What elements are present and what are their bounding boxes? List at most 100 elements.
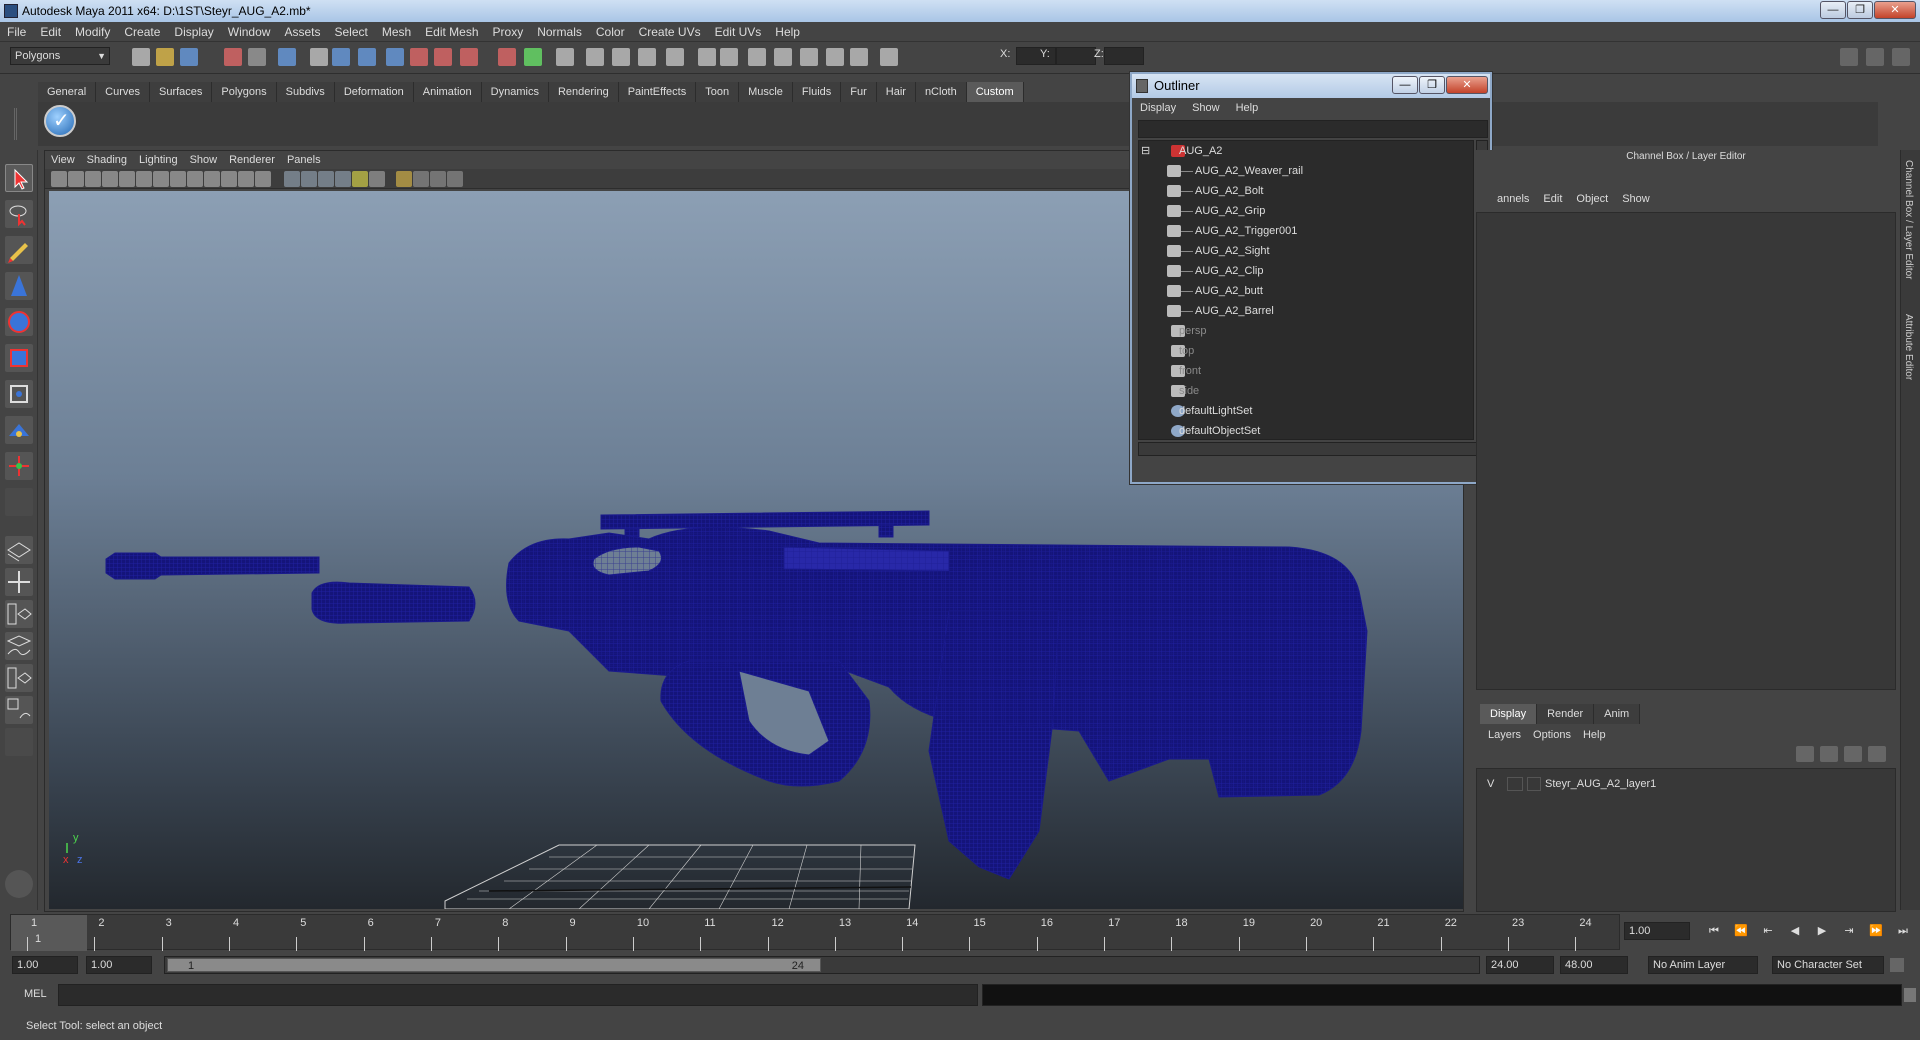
last-tool-slot[interactable]	[5, 488, 33, 516]
shelf-tab-polygons[interactable]: Polygons	[212, 82, 277, 102]
manipulator-tool-icon[interactable]	[5, 380, 33, 408]
current-frame-marker[interactable]	[11, 915, 87, 951]
lock-icon[interactable]	[666, 48, 684, 66]
new-layer-icon[interactable]	[1796, 746, 1814, 762]
anim-layer-selector[interactable]: No Anim Layer	[1648, 956, 1758, 974]
shelf-tab-subdivs[interactable]: Subdivs	[276, 82, 335, 102]
select-object-icon[interactable]	[248, 48, 266, 66]
snap-point-icon[interactable]	[358, 48, 376, 66]
snap-grid-icon[interactable]	[310, 48, 328, 66]
paint-select-tool-icon[interactable]	[5, 236, 33, 264]
menu-set-selector[interactable]: Polygons ▼	[10, 47, 110, 65]
xray-components-icon[interactable]	[447, 171, 463, 187]
step-forward-frame-icon[interactable]: ⇥	[1839, 922, 1859, 940]
menu-assets[interactable]: Assets	[277, 25, 327, 39]
command-language-label[interactable]: MEL	[24, 988, 47, 1000]
viewport-menu-show[interactable]: Show	[184, 154, 224, 166]
graph-editor-layout-icon[interactable]	[5, 696, 33, 724]
safe-title-icon[interactable]	[255, 171, 271, 187]
shelf-tab-deformation[interactable]: Deformation	[334, 82, 414, 102]
side-tab-attribute-editor[interactable]: Attribute Editor	[1903, 314, 1914, 380]
collapse-icon[interactable]: ⊟	[1141, 141, 1150, 161]
minimize-button[interactable]: —	[1820, 1, 1846, 19]
viewport-menu-view[interactable]: View	[45, 154, 81, 166]
shelf-tab-custom[interactable]: Custom	[966, 82, 1024, 102]
menu-create[interactable]: Create	[117, 25, 167, 39]
single-pane-layout-icon[interactable]	[5, 536, 33, 564]
four-pane-layout-icon[interactable]	[5, 568, 33, 596]
custom-shelf-tool-icon[interactable]	[44, 105, 76, 137]
go-to-start-icon[interactable]: ⏮	[1704, 922, 1724, 940]
menu-select[interactable]: Select	[327, 25, 374, 39]
shelf-tab-curves[interactable]: Curves	[96, 82, 150, 102]
viewport-menu-panels[interactable]: Panels	[281, 154, 327, 166]
anim-prefs-icon[interactable]	[1890, 958, 1904, 972]
menu-edit[interactable]: Edit	[33, 25, 68, 39]
shelf-handle[interactable]	[14, 108, 28, 140]
render-settings-icon[interactable]	[612, 48, 630, 66]
channel-box-toggle-icon[interactable]	[1892, 48, 1910, 66]
play-backwards-icon[interactable]: ◀	[1785, 922, 1805, 940]
range-slider-thumb[interactable]: 1 24	[167, 958, 821, 972]
script-editor-icon[interactable]	[1904, 988, 1916, 1002]
layer-down-icon[interactable]	[1868, 746, 1886, 762]
wireframe-icon[interactable]	[284, 171, 300, 187]
shelf-tab-toon[interactable]: Toon	[696, 82, 740, 102]
shadows-icon[interactable]	[369, 171, 385, 187]
show-manipulator-tool-icon[interactable]	[5, 452, 33, 480]
outliner-item-aug-a2-grip[interactable]: AUG_A2_Grip	[1139, 201, 1473, 221]
select-tool-icon[interactable]	[5, 164, 33, 192]
playback-end-field[interactable]: 24.00	[1486, 956, 1554, 974]
snap-surface-icon[interactable]	[410, 48, 428, 66]
film-gate-icon[interactable]	[170, 171, 186, 187]
ipr-render-icon[interactable]	[586, 48, 604, 66]
menu-normals[interactable]: Normals	[530, 25, 589, 39]
hypershade-layout-icon[interactable]	[5, 664, 33, 692]
outliner-layout-icon[interactable]	[1866, 48, 1884, 66]
transform-mode-icon[interactable]	[850, 48, 868, 66]
outliner-close-button[interactable]: ✕	[1446, 76, 1488, 94]
input-ops-icon[interactable]	[460, 48, 478, 66]
menu-edit-uvs[interactable]: Edit UVs	[708, 25, 769, 39]
viewport-menu-shading[interactable]: Shading	[81, 154, 133, 166]
select-component-icon[interactable]	[278, 48, 296, 66]
mask-icon[interactable]	[800, 48, 818, 66]
gate-mask-icon[interactable]	[204, 171, 220, 187]
shelf-tab-hair[interactable]: Hair	[876, 82, 916, 102]
open-scene-icon[interactable]	[156, 48, 174, 66]
shelf-tab-fluids[interactable]: Fluids	[792, 82, 842, 102]
command-input[interactable]	[58, 984, 978, 1006]
outliner-horizontal-scrollbar[interactable]	[1138, 442, 1488, 456]
move-tool-icon[interactable]	[5, 272, 33, 300]
outliner-menu-display[interactable]: Display	[1132, 102, 1184, 114]
persp-graph-layout-icon[interactable]	[5, 632, 33, 660]
shelf-tab-animation[interactable]: Animation	[413, 82, 482, 102]
pivot-icon[interactable]	[774, 48, 792, 66]
play-forwards-icon[interactable]: ▶	[1812, 922, 1832, 940]
field-chart-icon[interactable]	[221, 171, 237, 187]
layer-menu-help[interactable]: Help	[1577, 729, 1612, 741]
time-slider[interactable]: 1 2 3 4 5 6 7 8 9 10 11 12 13 14 15 16 17 18 19 20 21 22 23 24 1	[10, 914, 1620, 951]
render-frame-icon[interactable]	[556, 48, 574, 66]
outliner-item-defaultlightset[interactable]: defaultLightSet	[1139, 401, 1473, 421]
range-slider[interactable]: 1 24	[164, 956, 1480, 974]
outliner-filter-field[interactable]	[1138, 120, 1488, 138]
xray-joints-icon[interactable]	[430, 171, 446, 187]
menu-display[interactable]: Display	[167, 25, 220, 39]
camera-attrs-icon[interactable]	[68, 171, 84, 187]
shelf-tab-general[interactable]: General	[38, 82, 97, 102]
channel-box-menu-edit[interactable]: Edit	[1536, 193, 1569, 205]
isolate-select-icon[interactable]	[396, 171, 412, 187]
layer-template-toggle[interactable]	[1507, 777, 1523, 791]
outliner-item-front[interactable]: front	[1139, 361, 1473, 381]
menu-help[interactable]: Help	[768, 25, 807, 39]
lasso-tool-icon[interactable]	[5, 200, 33, 228]
viewport-menu-renderer[interactable]: Renderer	[223, 154, 281, 166]
outliner-item-aug-a2-bolt[interactable]: AUG_A2_Bolt	[1139, 181, 1473, 201]
soft-mod-tool-icon[interactable]	[5, 416, 33, 444]
save-scene-icon[interactable]	[180, 48, 198, 66]
step-forward-key-icon[interactable]: ⏩	[1866, 922, 1886, 940]
panel-layout-icon[interactable]	[1840, 48, 1858, 66]
new-scene-icon[interactable]	[132, 48, 150, 66]
shelf-tab-muscle[interactable]: Muscle	[739, 82, 793, 102]
